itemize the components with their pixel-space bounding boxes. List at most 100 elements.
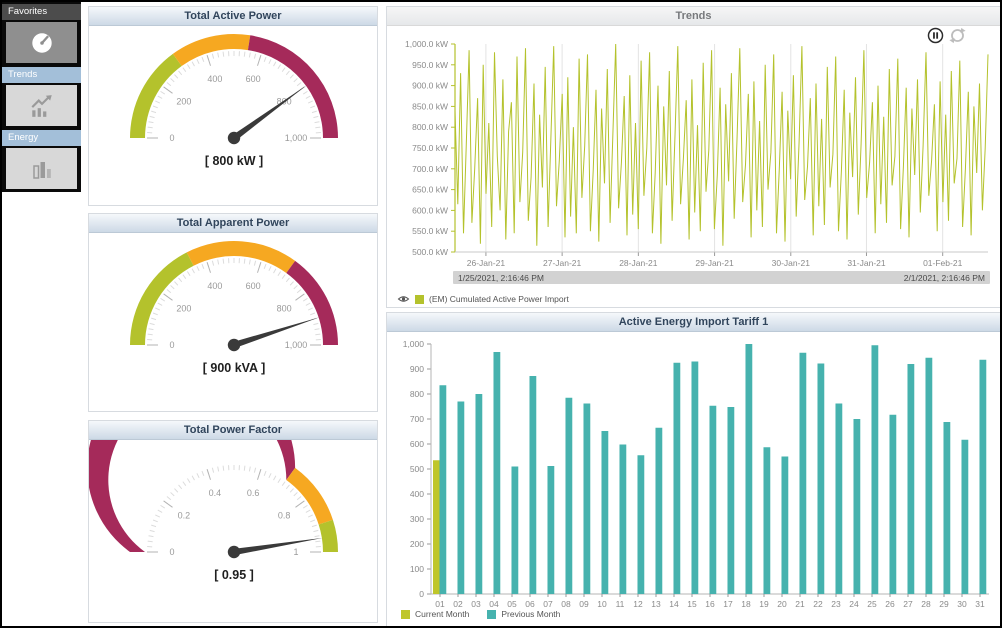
visibility-eye-icon[interactable]: [397, 294, 410, 304]
svg-text:550.0 kW: 550.0 kW: [412, 226, 448, 236]
bars-legend: Current Month Previous Month: [401, 609, 560, 619]
trend-icon: [29, 94, 55, 118]
svg-text:10: 10: [597, 599, 607, 609]
svg-text:11: 11: [616, 599, 625, 609]
svg-text:01: 01: [435, 599, 445, 609]
svg-text:300: 300: [410, 514, 424, 524]
svg-text:400: 400: [410, 489, 424, 499]
svg-text:12: 12: [633, 599, 643, 609]
trends-legend-label: (EM) Cumulated Active Power Import: [429, 294, 569, 304]
svg-text:31: 31: [975, 599, 985, 609]
svg-text:22: 22: [813, 599, 823, 609]
panel-title-total-apparent-power: Total Apparent Power: [89, 214, 377, 233]
svg-text:1: 1: [293, 547, 298, 557]
current-month-label: Current Month: [415, 609, 469, 619]
svg-text:28: 28: [921, 599, 931, 609]
sidebar-item-favorites[interactable]: [6, 22, 77, 63]
svg-text:05: 05: [507, 599, 517, 609]
svg-text:08: 08: [561, 599, 571, 609]
time-range-scrollbar[interactable]: 1/25/2021, 2:16:46 PM 2/1/2021, 2:16:46 …: [453, 271, 990, 284]
svg-text:17: 17: [723, 599, 733, 609]
svg-text:400: 400: [207, 281, 222, 291]
trends-legend-swatch: [415, 295, 424, 304]
svg-text:[ 800 kW ]: [ 800 kW ]: [205, 154, 263, 168]
svg-text:800: 800: [277, 304, 292, 314]
svg-text:400: 400: [207, 74, 222, 84]
svg-text:30: 30: [957, 599, 967, 609]
svg-text:0: 0: [419, 589, 424, 599]
range-end-label: 2/1/2021, 2:16:46 PM: [904, 273, 985, 283]
svg-text:200: 200: [410, 539, 424, 549]
svg-text:0: 0: [169, 133, 174, 143]
svg-text:1,000: 1,000: [285, 340, 308, 350]
svg-text:01-Feb-21: 01-Feb-21: [923, 258, 962, 268]
svg-text:500: 500: [410, 464, 424, 474]
svg-text:600: 600: [410, 439, 424, 449]
svg-text:29: 29: [939, 599, 949, 609]
sidebar-item-favorites-header[interactable]: Favorites: [2, 4, 81, 20]
refresh-icon[interactable]: [949, 27, 966, 44]
svg-text:27: 27: [903, 599, 913, 609]
current-month-swatch: [401, 610, 410, 619]
panel-total-apparent-power: Total Apparent Power 0 200 400 600 800 1,000 […: [88, 213, 378, 412]
svg-text:31-Jan-21: 31-Jan-21: [847, 258, 886, 268]
svg-text:800.0 kW: 800.0 kW: [412, 122, 448, 132]
panel-title-active-energy-import: Active Energy Import Tariff 1: [387, 313, 1000, 332]
svg-text:700.0 kW: 700.0 kW: [412, 164, 448, 174]
svg-text:07: 07: [543, 599, 553, 609]
sidebar-item-energy[interactable]: [6, 148, 77, 189]
svg-text:06: 06: [525, 599, 535, 609]
panel-title-total-power-factor: Total Power Factor: [89, 421, 377, 440]
svg-text:16: 16: [705, 599, 715, 609]
range-start-label: 1/25/2021, 2:16:46 PM: [458, 273, 544, 283]
svg-text:650.0 kW: 650.0 kW: [412, 185, 448, 195]
trends-chart[interactable]: 26-Jan-2127-Jan-2128-Jan-2129-Jan-2130-J…: [387, 26, 1000, 277]
panel-title-total-active-power: Total Active Power: [89, 7, 377, 26]
svg-text:800: 800: [410, 389, 424, 399]
panel-total-active-power: Total Active Power 02004006008001,000[ 8…: [88, 6, 378, 206]
svg-text:0.6: 0.6: [247, 488, 260, 498]
svg-text:0: 0: [169, 340, 174, 350]
svg-text:600: 600: [246, 74, 261, 84]
svg-text:20: 20: [777, 599, 787, 609]
svg-text:1,000: 1,000: [285, 133, 308, 143]
svg-text:0.8: 0.8: [278, 511, 291, 521]
energy-bar-chart[interactable]: 01002003004005006007008009001,0000102030…: [387, 332, 1000, 615]
svg-text:13: 13: [651, 599, 661, 609]
sidebar: Favorites Trends Energy: [2, 2, 81, 192]
app-window: Favorites Trends Energy: [0, 0, 1002, 628]
svg-text:[ 0.95 ]: [ 0.95 ]: [214, 568, 254, 582]
svg-text:750.0 kW: 750.0 kW: [412, 143, 448, 153]
svg-text:600: 600: [246, 281, 261, 291]
svg-text:15: 15: [687, 599, 697, 609]
svg-text:19: 19: [759, 599, 769, 609]
gauge-total-active-power: 02004006008001,000[ 800 kW ]: [89, 26, 379, 178]
svg-text:0.2: 0.2: [178, 511, 191, 521]
previous-month-label: Previous Month: [501, 609, 560, 619]
trends-legend-item[interactable]: (EM) Cumulated Active Power Import: [397, 294, 569, 304]
legend-previous-month[interactable]: Previous Month: [487, 609, 560, 619]
svg-text:200: 200: [176, 304, 191, 314]
svg-text:[ 900 kVA ]: [ 900 kVA ]: [203, 361, 266, 375]
sidebar-item-trends-header[interactable]: Trends: [2, 67, 81, 83]
svg-text:700: 700: [410, 414, 424, 424]
panel-active-energy-import: Active Energy Import Tariff 1 0100200300…: [386, 312, 1001, 627]
panel-title-trends: Trends: [387, 7, 1000, 26]
svg-text:02: 02: [453, 599, 463, 609]
legend-current-month[interactable]: Current Month: [401, 609, 469, 619]
sidebar-item-trends[interactable]: [6, 85, 77, 126]
pause-icon[interactable]: [927, 27, 944, 44]
svg-text:1,000: 1,000: [403, 339, 425, 349]
gauge-icon: [27, 30, 57, 56]
energy-icon: [30, 157, 54, 181]
gauge-total-power-factor: 00.20.40.60.81[ 0.95 ]: [89, 440, 379, 592]
svg-text:04: 04: [489, 599, 499, 609]
svg-text:26: 26: [885, 599, 895, 609]
gauge-total-apparent-power: 0 200 400 600 800 1,000 [ 900 kVA ]: [89, 233, 379, 385]
svg-text:0: 0: [169, 547, 174, 557]
svg-text:900: 900: [410, 364, 424, 374]
svg-text:28-Jan-21: 28-Jan-21: [619, 258, 658, 268]
sidebar-item-energy-header[interactable]: Energy: [2, 130, 81, 146]
svg-text:26-Jan-21: 26-Jan-21: [467, 258, 506, 268]
svg-text:09: 09: [579, 599, 589, 609]
